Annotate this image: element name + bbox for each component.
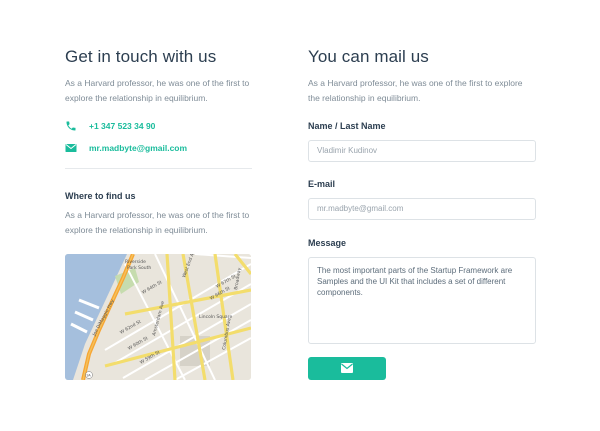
contact-title: Get in touch with us [65, 47, 217, 66]
message-label: Message [308, 238, 347, 248]
phone-icon [65, 120, 77, 132]
message-textarea[interactable]: The most important parts of the Startup … [308, 257, 536, 344]
email-link[interactable]: mr.madbyte@gmail.com [89, 143, 187, 153]
email-input[interactable]: mr.madbyte@gmail.com [308, 198, 536, 220]
envelope-icon [341, 361, 353, 376]
form-description: As a Harvard professor, he was one of th… [308, 78, 523, 103]
map[interactable]: Riverside Park South Joe DiMaggio Hwy We… [65, 254, 251, 380]
message-field-group: Message The most important parts of the … [308, 237, 536, 344]
map-label-riverside: Riverside [125, 259, 146, 265]
contact-section: Get in touch with us As a Harvard profes… [65, 46, 252, 154]
map-label-park-south: Park South [127, 265, 151, 271]
location-title: Where to find us [65, 191, 136, 201]
form-title: You can mail us [308, 47, 429, 66]
email-label: E-mail [308, 179, 336, 189]
contact-description: As a Harvard professor, he was one of th… [65, 78, 250, 103]
phone-number[interactable]: +1 347 523 34 90 [89, 121, 155, 131]
email-row: mr.madbyte@gmail.com [65, 142, 252, 154]
name-field-group: Name / Last Name Vladimir Kudinov [308, 120, 536, 162]
envelope-icon [65, 142, 77, 154]
name-label: Name / Last Name [308, 121, 386, 131]
location-description: As a Harvard professor, he was one of th… [65, 210, 250, 235]
name-input[interactable]: Vladimir Kudinov [308, 140, 536, 162]
mail-form: You can mail us As a Harvard professor, … [308, 46, 536, 344]
send-button[interactable] [308, 357, 386, 380]
email-field-group: E-mail mr.madbyte@gmail.com [308, 178, 536, 220]
phone-row: +1 347 523 34 90 [65, 120, 252, 132]
divider [65, 168, 252, 169]
location-section: Where to find us As a Harvard professor,… [65, 190, 252, 238]
